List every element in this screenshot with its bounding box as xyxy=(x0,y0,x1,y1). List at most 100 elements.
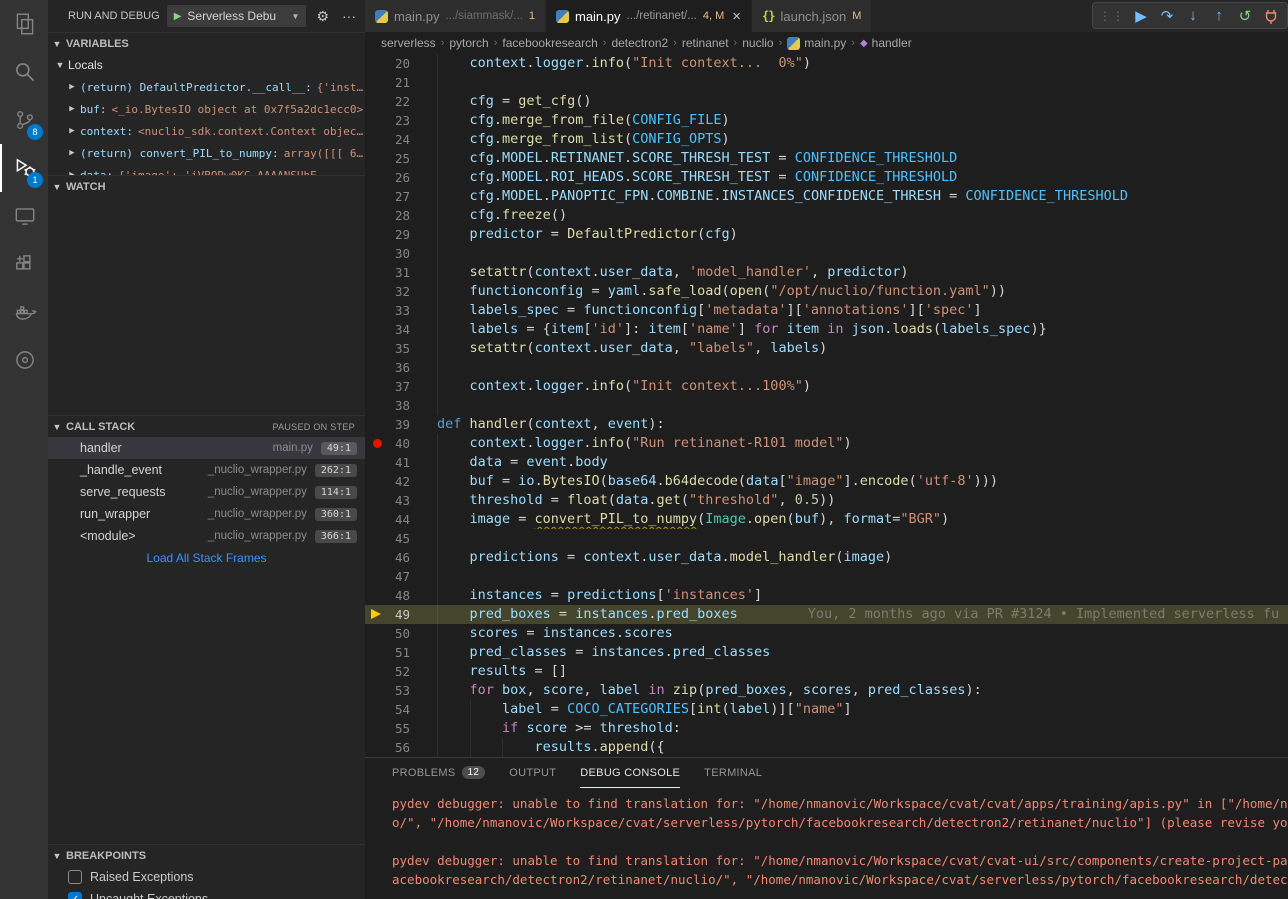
variable-row[interactable]: ▶data:{'image': 'iVBORw0KG…AAAANSUhE… xyxy=(48,164,365,175)
code-line[interactable]: 41 data = event.body xyxy=(365,453,1288,472)
gutter[interactable]: 41 xyxy=(365,453,437,472)
activity-item-remote-explorer[interactable] xyxy=(0,192,48,240)
code-line[interactable]: 47 xyxy=(365,567,1288,586)
code-line[interactable]: 52 results = [] xyxy=(365,662,1288,681)
gutter[interactable]: 47 xyxy=(365,567,437,586)
breadcrumb-item[interactable]: serverless xyxy=(381,36,436,50)
panel-tab-debug-console[interactable]: DEBUG CONSOLE xyxy=(580,758,680,788)
code-line[interactable]: 49 pred_boxes = instances.pred_boxesYou,… xyxy=(365,605,1288,624)
gutter[interactable]: 35 xyxy=(365,339,437,358)
code-line[interactable]: 27 cfg.MODEL.PANOPTIC_FPN.COMBINE.INSTAN… xyxy=(365,187,1288,206)
activity-item-extensions[interactable] xyxy=(0,240,48,288)
load-all-stack-frames-link[interactable]: Load All Stack Frames xyxy=(48,547,365,569)
code-line[interactable]: 40 context.logger.info("Run retinanet-R1… xyxy=(365,434,1288,453)
breakpoint-row[interactable]: Raised Exceptions xyxy=(48,866,365,888)
checkbox[interactable] xyxy=(68,870,82,884)
code-line[interactable]: 42 buf = io.BytesIO(base64.b64decode(dat… xyxy=(365,472,1288,491)
debug-console-output[interactable]: pydev debugger: unable to find translati… xyxy=(365,788,1288,889)
code-line[interactable]: 30 xyxy=(365,244,1288,263)
code-line[interactable]: 25 cfg.MODEL.RETINANET.SCORE_THRESH_TEST… xyxy=(365,149,1288,168)
code-line[interactable]: 33 labels_spec = functionconfig['metadat… xyxy=(365,301,1288,320)
code-line[interactable]: 22 cfg = get_cfg() xyxy=(365,92,1288,111)
step-into-button[interactable]: ↓ xyxy=(1181,4,1205,28)
gutter[interactable]: 36 xyxy=(365,358,437,377)
code-line[interactable]: 39def handler(context, event): xyxy=(365,415,1288,434)
editor-tab[interactable]: main.py.../siammask/...1 xyxy=(365,0,546,32)
gutter[interactable]: 22 xyxy=(365,92,437,111)
code-line[interactable]: 36 xyxy=(365,358,1288,377)
gutter[interactable]: 42 xyxy=(365,472,437,491)
code-editor[interactable]: 20 context.logger.info("Init context... … xyxy=(365,54,1288,757)
gutter[interactable]: 20 xyxy=(365,54,437,73)
activity-item-search[interactable] xyxy=(0,48,48,96)
callstack-frame[interactable]: run_wrapper_nuclio_wrapper.py360:1 xyxy=(48,503,365,525)
gutter[interactable]: 30 xyxy=(365,244,437,263)
disconnect-button[interactable] xyxy=(1259,4,1283,28)
gutter[interactable]: 55 xyxy=(365,719,437,738)
activity-item-source-control[interactable]: 8 xyxy=(0,96,48,144)
breadcrumb-item[interactable]: retinanet xyxy=(682,36,729,50)
activity-item-run-and-debug[interactable]: 1 xyxy=(0,144,48,192)
start-debugging-icon[interactable]: ▶ xyxy=(174,11,182,22)
code-line[interactable]: 53 for box, score, label in zip(pred_box… xyxy=(365,681,1288,700)
gutter[interactable]: 53 xyxy=(365,681,437,700)
continue-button[interactable]: ▶ xyxy=(1129,4,1153,28)
gutter[interactable]: 39 xyxy=(365,415,437,434)
code-line[interactable]: 31 setattr(context.user_data, 'model_han… xyxy=(365,263,1288,282)
debug-config-dropdown[interactable]: ▶ Serverless Debu ▼ xyxy=(167,5,307,27)
gutter[interactable]: 21 xyxy=(365,73,437,92)
editor-tab[interactable]: main.py.../retinanet/...4, M× xyxy=(546,0,752,32)
code-line[interactable]: 28 cfg.freeze() xyxy=(365,206,1288,225)
gutter[interactable]: 28 xyxy=(365,206,437,225)
gutter[interactable]: 33 xyxy=(365,301,437,320)
code-line[interactable]: 29 predictor = DefaultPredictor(cfg) xyxy=(365,225,1288,244)
code-line[interactable]: 34 labels = {item['id']: item['name'] fo… xyxy=(365,320,1288,339)
scope-locals[interactable]: ▼ Locals xyxy=(48,54,365,76)
gutter[interactable]: 48 xyxy=(365,586,437,605)
panel-tab-problems[interactable]: PROBLEMS12 xyxy=(392,758,485,788)
breadcrumb-item[interactable]: ◆handler xyxy=(860,36,912,50)
code-line[interactable]: 56 results.append({ xyxy=(365,738,1288,757)
close-icon[interactable]: × xyxy=(732,9,741,24)
breadcrumb-item[interactable]: nuclio xyxy=(742,36,773,50)
gutter[interactable]: 26 xyxy=(365,168,437,187)
gutter[interactable]: 45 xyxy=(365,529,437,548)
breadcrumb-item[interactable]: detectron2 xyxy=(611,36,668,50)
breakpoints-section-header[interactable]: ▼ BREAKPOINTS xyxy=(48,844,365,866)
code-line[interactable]: 21 xyxy=(365,73,1288,92)
panel-tab-terminal[interactable]: TERMINAL xyxy=(704,758,762,788)
breadcrumb-item[interactable]: pytorch xyxy=(449,36,488,50)
checkbox[interactable]: ✓ xyxy=(68,892,82,899)
code-line[interactable]: 26 cfg.MODEL.ROI_HEADS.SCORE_THRESH_TEST… xyxy=(365,168,1288,187)
gutter[interactable]: 52 xyxy=(365,662,437,681)
code-line[interactable]: 51 pred_classes = instances.pred_classes xyxy=(365,643,1288,662)
code-line[interactable]: 50 scores = instances.scores xyxy=(365,624,1288,643)
callstack-frame[interactable]: serve_requests_nuclio_wrapper.py114:1 xyxy=(48,481,365,503)
breakpoint-row[interactable]: ✓Uncaught Exceptions xyxy=(48,888,365,899)
code-line[interactable]: 54 label = COCO_CATEGORIES[int(label)]["… xyxy=(365,700,1288,719)
code-line[interactable]: 20 context.logger.info("Init context... … xyxy=(365,54,1288,73)
gutter[interactable]: 34 xyxy=(365,320,437,339)
gutter[interactable]: 54 xyxy=(365,700,437,719)
editor-tab[interactable]: {}launch.jsonM xyxy=(752,0,872,32)
panel-tab-output[interactable]: OUTPUT xyxy=(509,758,556,788)
watch-section-header[interactable]: ▼ WATCH xyxy=(48,175,365,197)
gutter[interactable]: 37 xyxy=(365,377,437,396)
gutter[interactable]: 40 xyxy=(365,434,437,453)
gear-icon[interactable]: ⚙ xyxy=(313,8,332,25)
code-line[interactable]: 38 xyxy=(365,396,1288,415)
gutter[interactable]: 25 xyxy=(365,149,437,168)
breadcrumb-item[interactable]: main.py xyxy=(787,36,846,50)
gutter[interactable]: 27 xyxy=(365,187,437,206)
step-out-button[interactable]: ↑ xyxy=(1207,4,1231,28)
gutter[interactable]: 23 xyxy=(365,111,437,130)
breadcrumb-item[interactable]: facebookresearch xyxy=(502,36,597,50)
code-line[interactable]: 37 context.logger.info("Init context...1… xyxy=(365,377,1288,396)
gutter[interactable]: 43 xyxy=(365,491,437,510)
code-line[interactable]: 44 image = convert_PIL_to_numpy(Image.op… xyxy=(365,510,1288,529)
restart-button[interactable]: ↺ xyxy=(1233,4,1257,28)
activity-item-explorer[interactable] xyxy=(0,0,48,48)
callstack-frame[interactable]: handlermain.py49:1 xyxy=(48,437,365,459)
code-line[interactable]: 46 predictions = context.user_data.model… xyxy=(365,548,1288,567)
code-line[interactable]: 24 cfg.merge_from_list(CONFIG_OPTS) xyxy=(365,130,1288,149)
